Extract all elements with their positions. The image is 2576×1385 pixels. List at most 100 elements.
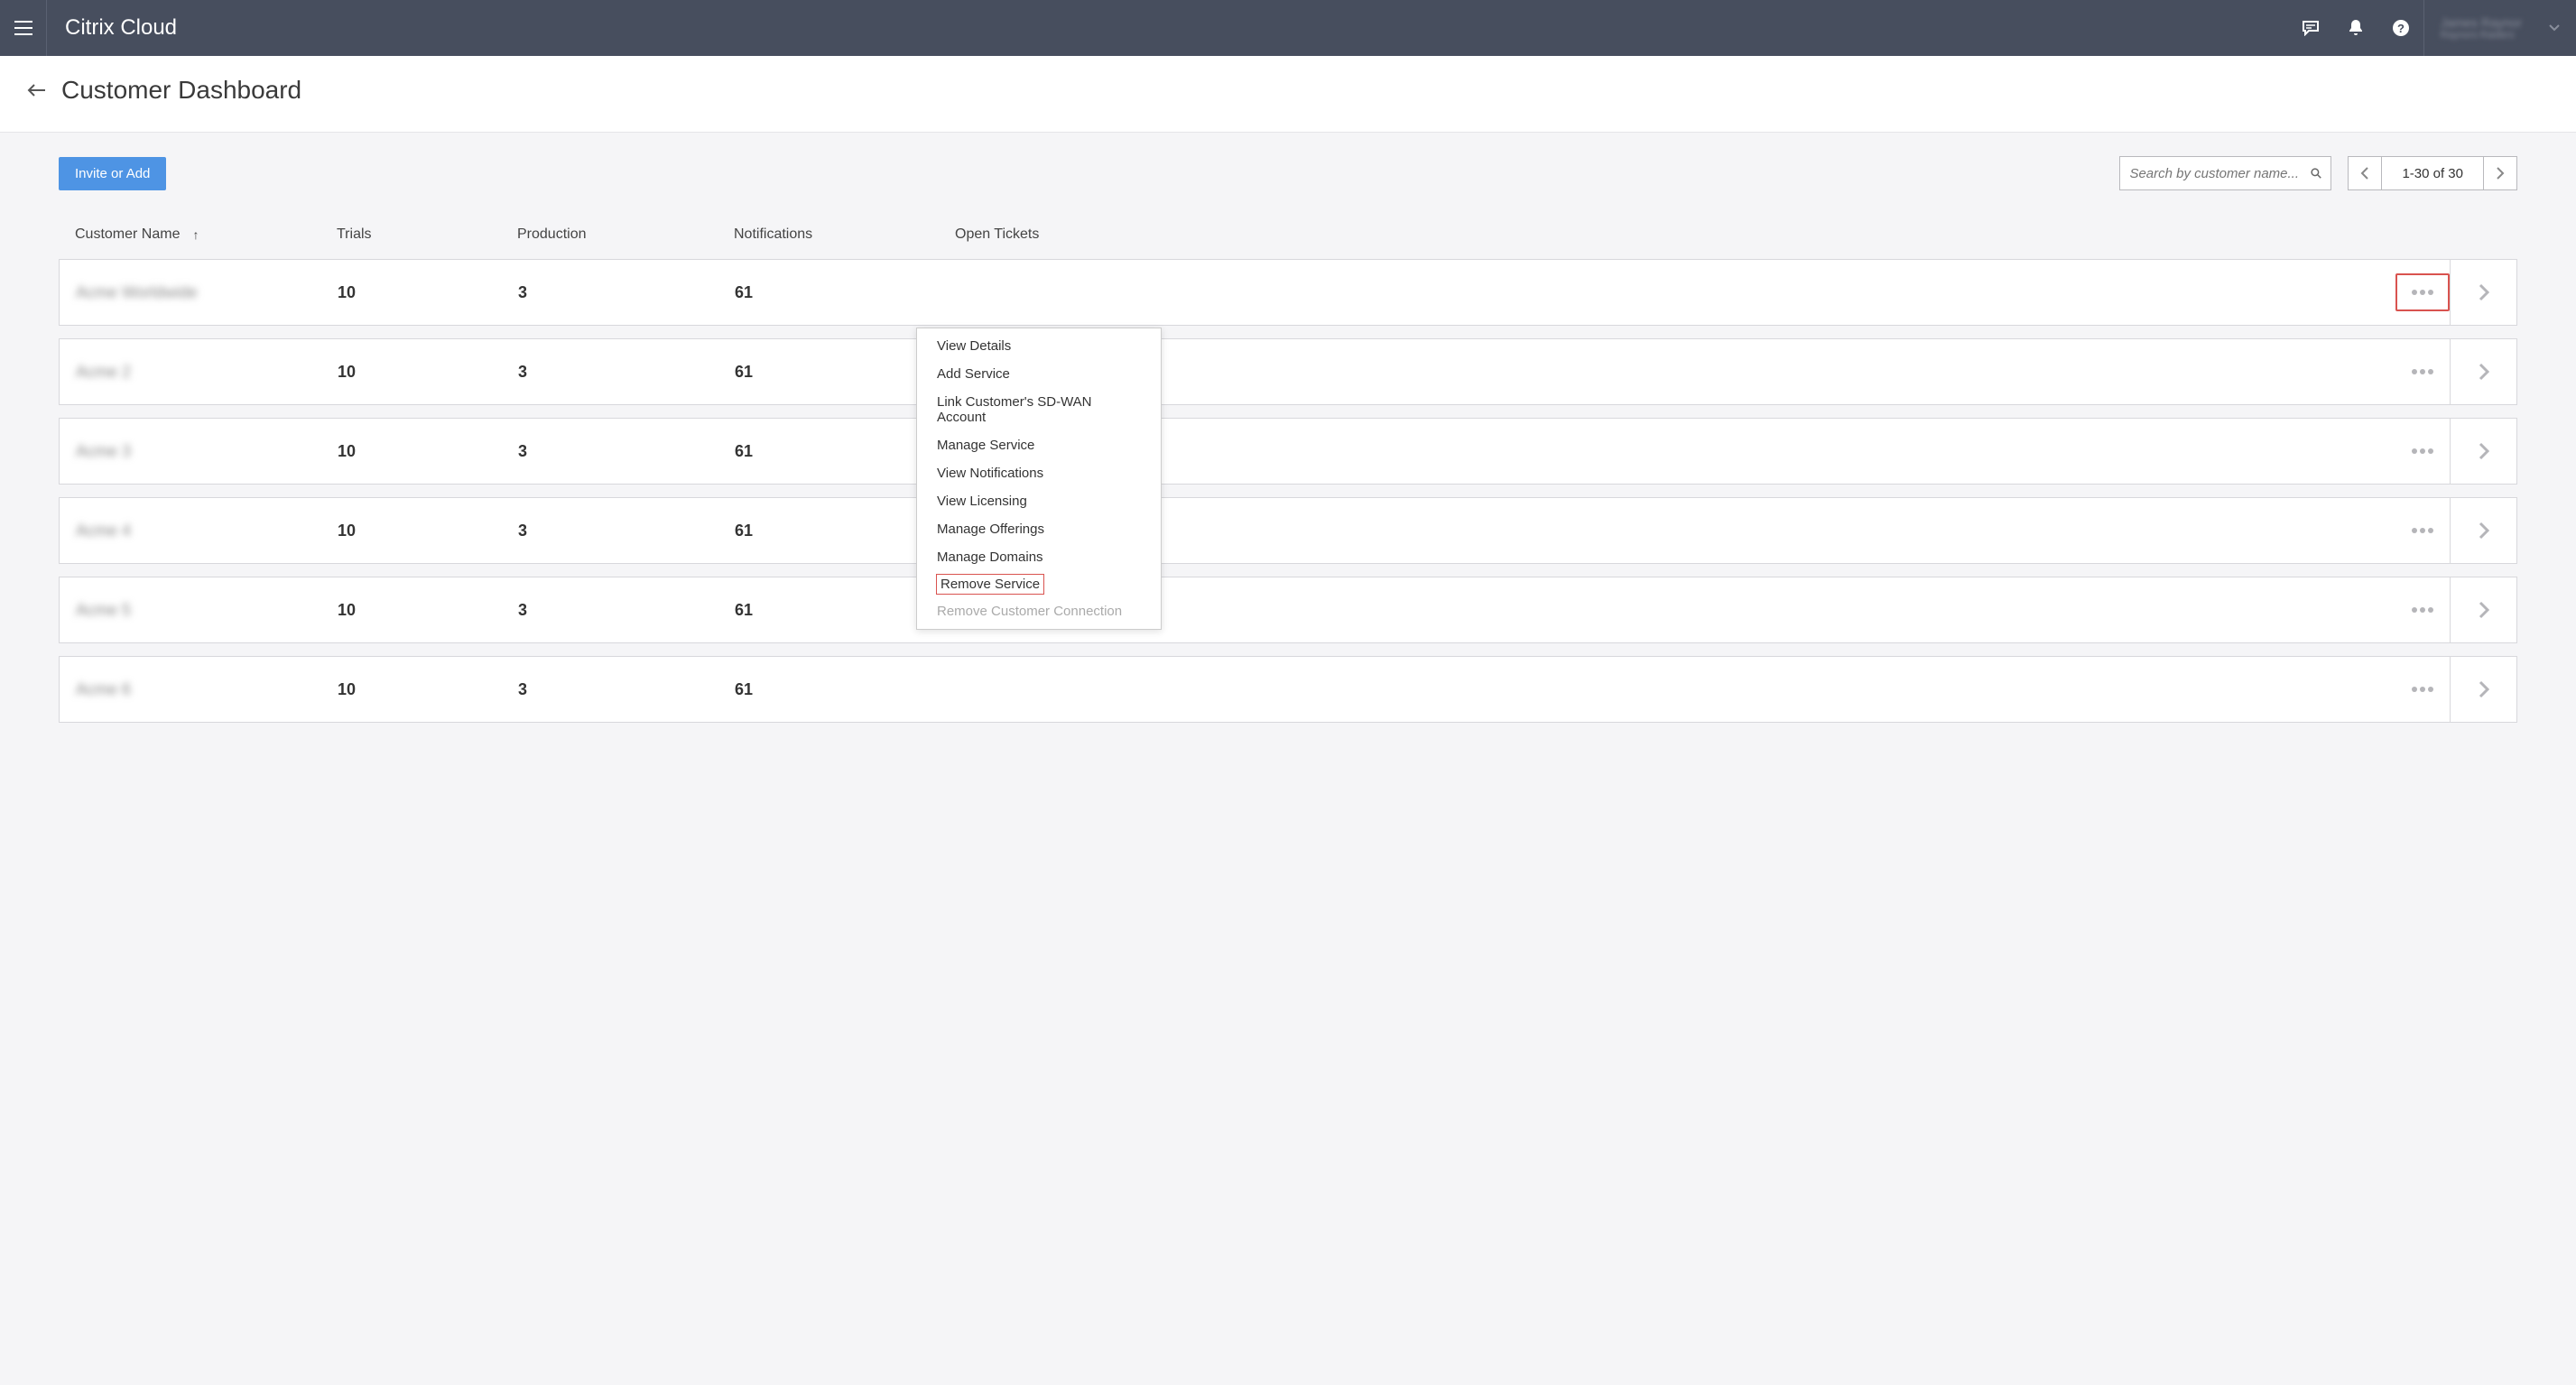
cell-customer-name: Acme Worldwide — [76, 283, 338, 302]
user-text: James Raynor Raynors Raiders — [2441, 15, 2522, 41]
cell-trials: 10 — [338, 363, 518, 382]
notifications-button[interactable] — [2333, 0, 2378, 56]
chevron-right-icon — [2496, 167, 2505, 180]
cell-trials: 10 — [338, 601, 518, 620]
more-horizontal-icon — [2411, 607, 2434, 613]
chat-button[interactable] — [2288, 0, 2333, 56]
pager-label: 1-30 of 30 — [2382, 156, 2483, 190]
pager-prev-button[interactable] — [2348, 156, 2382, 190]
chevron-right-icon — [2479, 522, 2489, 540]
row-more-button[interactable] — [2395, 273, 2450, 311]
dropdown-item[interactable]: Manage Offerings — [917, 515, 1161, 543]
cell-trials: 10 — [338, 680, 518, 699]
cell-customer-name: Acme 3 — [76, 442, 338, 461]
table-row: Acme 6 10 3 61 — [59, 656, 2517, 723]
cell-customer-name: Acme 4 — [76, 522, 338, 540]
brand-logo: Citrix Cloud — [47, 15, 195, 41]
dropdown-item[interactable]: View Notifications — [917, 459, 1161, 487]
chevron-right-icon — [2479, 680, 2489, 698]
more-horizontal-icon — [2411, 369, 2434, 374]
table-row: Acme 2 10 3 61 — [59, 338, 2517, 405]
header-notifications[interactable]: Notifications — [734, 226, 955, 243]
search-icon — [2311, 166, 2321, 180]
table-header: Customer Name ↑ Trials Production Notifi… — [59, 217, 2517, 259]
cell-notifications: 61 — [735, 680, 956, 699]
help-icon: ? — [2392, 19, 2410, 37]
cell-customer-name: Acme 6 — [76, 680, 338, 699]
topbar: Citrix Cloud ? James Raynor Raynors Raid… — [0, 0, 2576, 56]
cell-notifications: 61 — [735, 283, 956, 302]
row-expand-button[interactable] — [2450, 498, 2516, 563]
row-expand-button[interactable] — [2450, 577, 2516, 642]
sort-arrow-up-icon: ↑ — [192, 227, 199, 242]
row-more-button[interactable] — [2395, 591, 2450, 629]
hamburger-icon — [14, 21, 32, 35]
dropdown-item[interactable]: Manage Service — [917, 431, 1161, 459]
cell-trials: 10 — [338, 522, 518, 540]
pager-next-button[interactable] — [2483, 156, 2517, 190]
dropdown-item[interactable]: View Details — [917, 332, 1161, 360]
cell-production: 3 — [518, 442, 735, 461]
row-actions — [2395, 577, 2516, 642]
chevron-right-icon — [2479, 601, 2489, 619]
header-customer-name[interactable]: Customer Name ↑ — [75, 226, 337, 243]
help-button[interactable]: ? — [2378, 0, 2423, 56]
dropdown-item[interactable]: Add Service — [917, 360, 1161, 388]
cell-customer-name: Acme 2 — [76, 363, 338, 382]
dropdown-item[interactable]: View Licensing — [917, 487, 1161, 515]
table-row: Acme 5 10 3 61 — [59, 577, 2517, 643]
hamburger-menu-button[interactable] — [0, 0, 47, 56]
brand-bold: Citrix — [65, 15, 115, 40]
header-production[interactable]: Production — [517, 226, 734, 243]
cell-trials: 10 — [338, 442, 518, 461]
dropdown-item[interactable]: Link Customer's SD-WAN Account — [917, 388, 1161, 431]
brand-light: Cloud — [115, 15, 177, 40]
cell-trials: 10 — [338, 283, 518, 302]
back-button[interactable] — [27, 83, 47, 97]
bell-icon — [2348, 19, 2364, 37]
header-open-tickets[interactable]: Open Tickets — [955, 226, 1135, 243]
chevron-down-icon — [2549, 24, 2560, 32]
customer-table: Customer Name ↑ Trials Production Notifi… — [0, 217, 2576, 771]
chat-icon — [2302, 20, 2320, 36]
row-more-button[interactable] — [2395, 512, 2450, 549]
row-actions — [2395, 498, 2516, 563]
dropdown-item[interactable]: Remove Service — [935, 573, 1045, 596]
more-horizontal-icon — [2411, 528, 2434, 533]
row-actions — [2395, 339, 2516, 404]
toolbar: Invite or Add 1-30 of 30 — [0, 133, 2576, 217]
table-row: Acme Worldwide 10 3 61 — [59, 259, 2517, 326]
dropdown-item[interactable]: Manage Domains — [917, 543, 1161, 571]
svg-text:?: ? — [2397, 22, 2405, 35]
invite-or-add-button[interactable]: Invite or Add — [59, 157, 166, 190]
chevron-left-icon — [2360, 167, 2369, 180]
row-expand-button[interactable] — [2450, 260, 2516, 325]
row-expand-button[interactable] — [2450, 419, 2516, 484]
row-actions-menu: View DetailsAdd ServiceLink Customer's S… — [916, 328, 1162, 630]
row-more-button[interactable] — [2395, 353, 2450, 391]
row-more-button[interactable] — [2395, 670, 2450, 708]
more-horizontal-icon — [2411, 448, 2434, 454]
row-more-button[interactable] — [2395, 432, 2450, 470]
search-input[interactable] — [2129, 166, 2311, 181]
header-trials[interactable]: Trials — [337, 226, 517, 243]
back-arrow-icon — [27, 83, 47, 97]
cell-production: 3 — [518, 283, 735, 302]
chevron-right-icon — [2479, 442, 2489, 460]
row-actions — [2395, 260, 2516, 325]
cell-production: 3 — [518, 363, 735, 382]
user-name: James Raynor — [2441, 15, 2522, 30]
cell-production: 3 — [518, 522, 735, 540]
row-expand-button[interactable] — [2450, 657, 2516, 722]
cell-production: 3 — [518, 680, 735, 699]
user-org: Raynors Raiders — [2441, 30, 2522, 41]
search-box[interactable] — [2119, 156, 2331, 190]
page-header: Customer Dashboard — [0, 56, 2576, 133]
row-actions — [2395, 657, 2516, 722]
user-menu[interactable]: James Raynor Raynors Raiders — [2423, 0, 2576, 56]
cell-customer-name: Acme 5 — [76, 601, 338, 620]
row-expand-button[interactable] — [2450, 339, 2516, 404]
more-horizontal-icon — [2411, 687, 2434, 692]
page-title: Customer Dashboard — [61, 76, 301, 105]
cell-production: 3 — [518, 601, 735, 620]
